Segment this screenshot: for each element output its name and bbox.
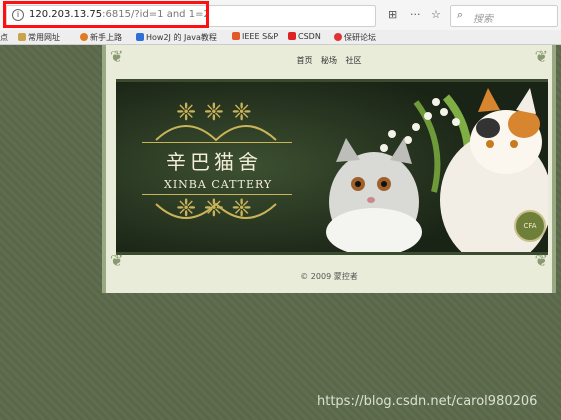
bookmark-label: How2J 的 Java教程 <box>146 33 217 42</box>
bookmark-item[interactable]: IEEE S&P <box>232 32 278 41</box>
folder-icon <box>18 33 26 41</box>
flourish-top-icon: ❈ ❈ ❈ <box>176 98 252 126</box>
header-banner: ❈ ❈ ❈ 辛巴猫舍 XINBA CATTERY ❈ ❈ ❈ CFA <box>116 79 548 255</box>
forum-icon <box>334 33 342 41</box>
bookmark-item[interactable]: 点 <box>0 32 8 43</box>
site-title-zh: 辛巴猫舍 <box>166 150 262 174</box>
site-nav: 首页 秘场 社区 <box>106 55 552 66</box>
browser-toolbar: i 120.203.13.75:6815/?id=1 and 1=2 ⊞ ···… <box>0 0 561 31</box>
gold-rule <box>142 142 292 143</box>
firefox-icon <box>80 33 88 41</box>
csdn-icon <box>288 32 296 40</box>
bookmark-label: IEEE S&P <box>242 32 279 41</box>
site-footer: © 2009 蒙控者 <box>300 272 358 281</box>
bookmark-item[interactable]: 新手上路 <box>80 32 122 43</box>
nav-secret[interactable]: 秘场 <box>321 56 337 65</box>
nav-community[interactable]: 社区 <box>346 56 362 65</box>
bookmark-item[interactable]: 常用网址 <box>18 32 60 43</box>
bookmark-star-icon[interactable]: ☆ <box>431 8 441 21</box>
bookmark-label: 常用网址 <box>28 33 60 42</box>
bookmarks-bar: 点 常用网址 新手上路 How2J 的 Java教程 IEEE S&P CSDN… <box>0 30 561 45</box>
java-icon <box>136 33 144 41</box>
ieee-icon <box>232 32 240 40</box>
bookmark-item[interactable]: How2J 的 Java教程 <box>136 32 217 43</box>
more-icon[interactable]: ··· <box>410 8 421 21</box>
flourish-bottom-icon: ❈ ❈ ❈ <box>176 194 252 222</box>
red-highlight-box <box>3 1 209 28</box>
corner-ornament-icon: ❦ <box>534 251 548 270</box>
bookmark-label: 新手上路 <box>90 33 122 42</box>
search-placeholder: 搜索 <box>473 14 493 25</box>
qr-code-icon[interactable]: ⊞ <box>388 8 397 21</box>
site-frame: ❦ ❦ 首页 秘场 社区 ❈ ❈ ❈ 辛巴猫舍 XINBA CATTERY ❈ … <box>102 45 556 293</box>
search-icon: ⌕ <box>457 8 464 21</box>
bookmark-label: CSDN <box>298 32 321 41</box>
bookmark-label: 点 <box>0 33 8 42</box>
watermark-text: https://blog.csdn.net/carol980206 <box>317 394 538 409</box>
bookmark-item[interactable]: CSDN <box>288 32 321 41</box>
site-title-en: XINBA CATTERY <box>164 178 273 191</box>
bookmark-item[interactable]: 保研论坛 <box>334 32 376 43</box>
cfa-badge: CFA <box>514 210 546 242</box>
corner-ornament-icon: ❦ <box>110 251 124 270</box>
bookmark-label: 保研论坛 <box>344 33 376 42</box>
nav-home[interactable]: 首页 <box>296 56 312 65</box>
search-input[interactable]: ⌕ 搜索 <box>450 5 558 27</box>
